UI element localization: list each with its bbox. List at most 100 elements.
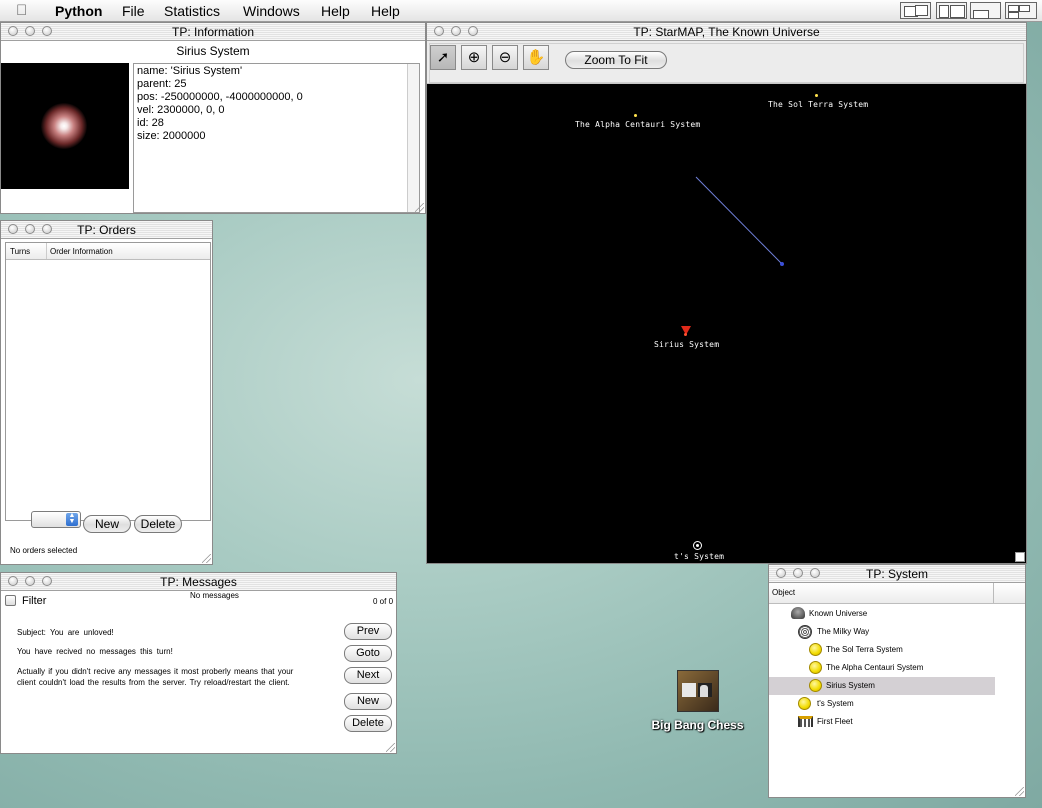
resize-grip[interactable] (415, 203, 424, 212)
message-body: Subject: You are unloved! You have reciv… (5, 615, 339, 749)
layout-columns-icon[interactable] (936, 2, 967, 19)
menu-app-python[interactable]: Python (55, 3, 102, 19)
tree-label: The Milky Way (817, 627, 870, 636)
window-title: TP: Messages (160, 575, 237, 589)
resize-grip[interactable] (202, 554, 211, 563)
starmap-window: TP: StarMAP, The Known Universe ➚ ⊕ ⊖ ✋ … (426, 22, 1027, 564)
column-object[interactable]: Object (772, 588, 795, 597)
tree-label: The Alpha Centauri System (826, 663, 924, 672)
layout-stack-icon[interactable] (970, 2, 1001, 19)
pointer-tool-icon[interactable]: ➚ (430, 45, 456, 70)
tree-item-milky-way[interactable]: The Milky Way (769, 623, 995, 641)
messages-window: TP: Messages Filter No messages 0 of 0 S… (0, 572, 397, 754)
tree-label: The Sol Terra System (826, 645, 903, 654)
star-label-sirius: Sirius System (654, 340, 720, 349)
orders-status: No orders selected (10, 546, 78, 555)
orders-list[interactable]: Turns Order Information (5, 242, 211, 521)
filter-checkbox[interactable] (5, 595, 16, 606)
tree-item-known-universe[interactable]: Known Universe (769, 605, 995, 623)
menu-statistics[interactable]: Statistics (164, 3, 220, 19)
filter-label: Filter (22, 595, 47, 607)
messages-titlebar[interactable]: TP: Messages (1, 573, 396, 591)
starmap-titlebar[interactable]: TP: StarMAP, The Known Universe (427, 23, 1026, 41)
star-system-icon (809, 661, 822, 674)
fleet-marker-icon (780, 262, 784, 266)
message-line-1: You have recived no messages this turn! (17, 647, 173, 656)
galaxy-icon (798, 625, 812, 639)
message-line-2: Actually if you didn't recive any messag… (17, 667, 294, 676)
tree-item-sirius-selected[interactable]: Sirius System (769, 677, 995, 695)
delete-order-button[interactable]: Delete (134, 515, 182, 533)
apple-menu-icon[interactable]:  (16, 2, 27, 19)
system-tree-header: Object (769, 583, 1025, 604)
star-label-t-system: t's System (674, 552, 725, 561)
new-order-button[interactable]: New (83, 515, 131, 533)
tree-item-sol-terra[interactable]: The Sol Terra System (769, 641, 995, 659)
message-count: No messages (190, 591, 239, 600)
detail-name: name: 'Sirius System' (137, 65, 243, 77)
star-alpha-centauri-icon[interactable] (634, 114, 637, 117)
detail-parent: parent: 25 (137, 78, 187, 90)
star-system-icon (809, 679, 822, 692)
star-sirius-icon[interactable] (684, 333, 687, 336)
object-heading: Sirius System (176, 44, 250, 58)
desktop-icon-big-bang-chess[interactable]: Big Bang Chess (645, 668, 750, 738)
menu-help[interactable]: Help (321, 3, 350, 19)
details-scrollbar[interactable] (407, 64, 419, 212)
resize-grip[interactable] (386, 743, 395, 752)
menu-bar:  Python File Statistics Windows Help He… (0, 0, 1042, 22)
resize-grip[interactable] (1015, 787, 1024, 796)
zoom-out-tool-icon[interactable]: ⊖ (492, 45, 518, 70)
menu-help-2[interactable]: Help (371, 3, 400, 19)
object-image (1, 63, 129, 189)
information-titlebar[interactable]: TP: Information (1, 23, 425, 41)
detail-pos: pos: -250000000, -4000000000, 0 (137, 91, 303, 103)
message-page: 0 of 0 (373, 597, 394, 606)
menu-windows[interactable]: Windows (243, 3, 300, 19)
order-type-select[interactable]: ▲ ▼ (31, 511, 81, 528)
resize-grip[interactable] (1015, 552, 1025, 562)
menu-file[interactable]: File (122, 3, 145, 19)
orders-titlebar[interactable]: TP: Orders (1, 221, 212, 239)
star-sol-terra-icon[interactable] (815, 94, 818, 97)
star-system-icon (809, 643, 822, 656)
star-label-alpha-centauri: The Alpha Centauri System (575, 120, 701, 129)
zoom-to-fit-button[interactable]: Zoom To Fit (565, 51, 667, 69)
toolbar-group (429, 43, 1024, 83)
window-title: TP: StarMAP, The Known Universe (633, 25, 820, 39)
hand-tool-icon[interactable]: ✋ (523, 45, 549, 70)
tree-label: First Fleet (817, 717, 853, 726)
system-titlebar[interactable]: TP: System (769, 565, 1025, 583)
desktop-icon-label: Big Bang Chess (651, 718, 744, 732)
layout-grid-icon[interactable] (1005, 2, 1037, 19)
tree-item-first-fleet[interactable]: First Fleet (769, 713, 995, 731)
goto-message-button[interactable]: Goto (344, 645, 392, 662)
detail-vel: vel: 2300000, 0, 0 (137, 104, 225, 116)
message-subject: Subject: You are unloved! (17, 628, 114, 637)
starmap-canvas[interactable]: The Sol Terra System The Alpha Centauri … (427, 84, 1026, 563)
detail-size: size: 2000000 (137, 130, 206, 142)
zoom-in-tool-icon[interactable]: ⊕ (461, 45, 487, 70)
window-title: TP: Information (171, 25, 255, 39)
star-t-system-icon[interactable] (693, 541, 702, 550)
tree-item-t-system[interactable]: t's System (769, 695, 995, 713)
object-details: name: 'Sirius System' parent: 25 pos: -2… (133, 63, 420, 213)
star-label-sol-terra: The Sol Terra System (768, 100, 869, 109)
window-title: TP: Orders (77, 223, 136, 237)
next-message-button[interactable]: Next (344, 667, 392, 684)
column-turns[interactable]: Turns (10, 247, 30, 256)
message-line-3: client couldn't load the results from th… (17, 678, 290, 687)
tree-label: Sirius System (826, 681, 875, 690)
system-window: TP: System Object Known Universe The Mil… (768, 564, 1026, 798)
tree-item-alpha-centauri[interactable]: The Alpha Centauri System (769, 659, 995, 677)
prev-message-button[interactable]: Prev (344, 623, 392, 640)
new-message-button[interactable]: New (344, 693, 392, 710)
layout-split-icon[interactable] (900, 2, 931, 19)
column-order-information[interactable]: Order Information (50, 247, 113, 256)
system-tree[interactable]: Known Universe The Milky Way The Sol Ter… (769, 604, 1025, 794)
tree-label: t's System (817, 699, 854, 708)
information-window: TP: Information Sirius System name: 'Sir… (0, 22, 426, 214)
delete-message-button[interactable]: Delete (344, 715, 392, 732)
detail-id: id: 28 (137, 117, 164, 129)
star-system-icon (798, 697, 811, 710)
